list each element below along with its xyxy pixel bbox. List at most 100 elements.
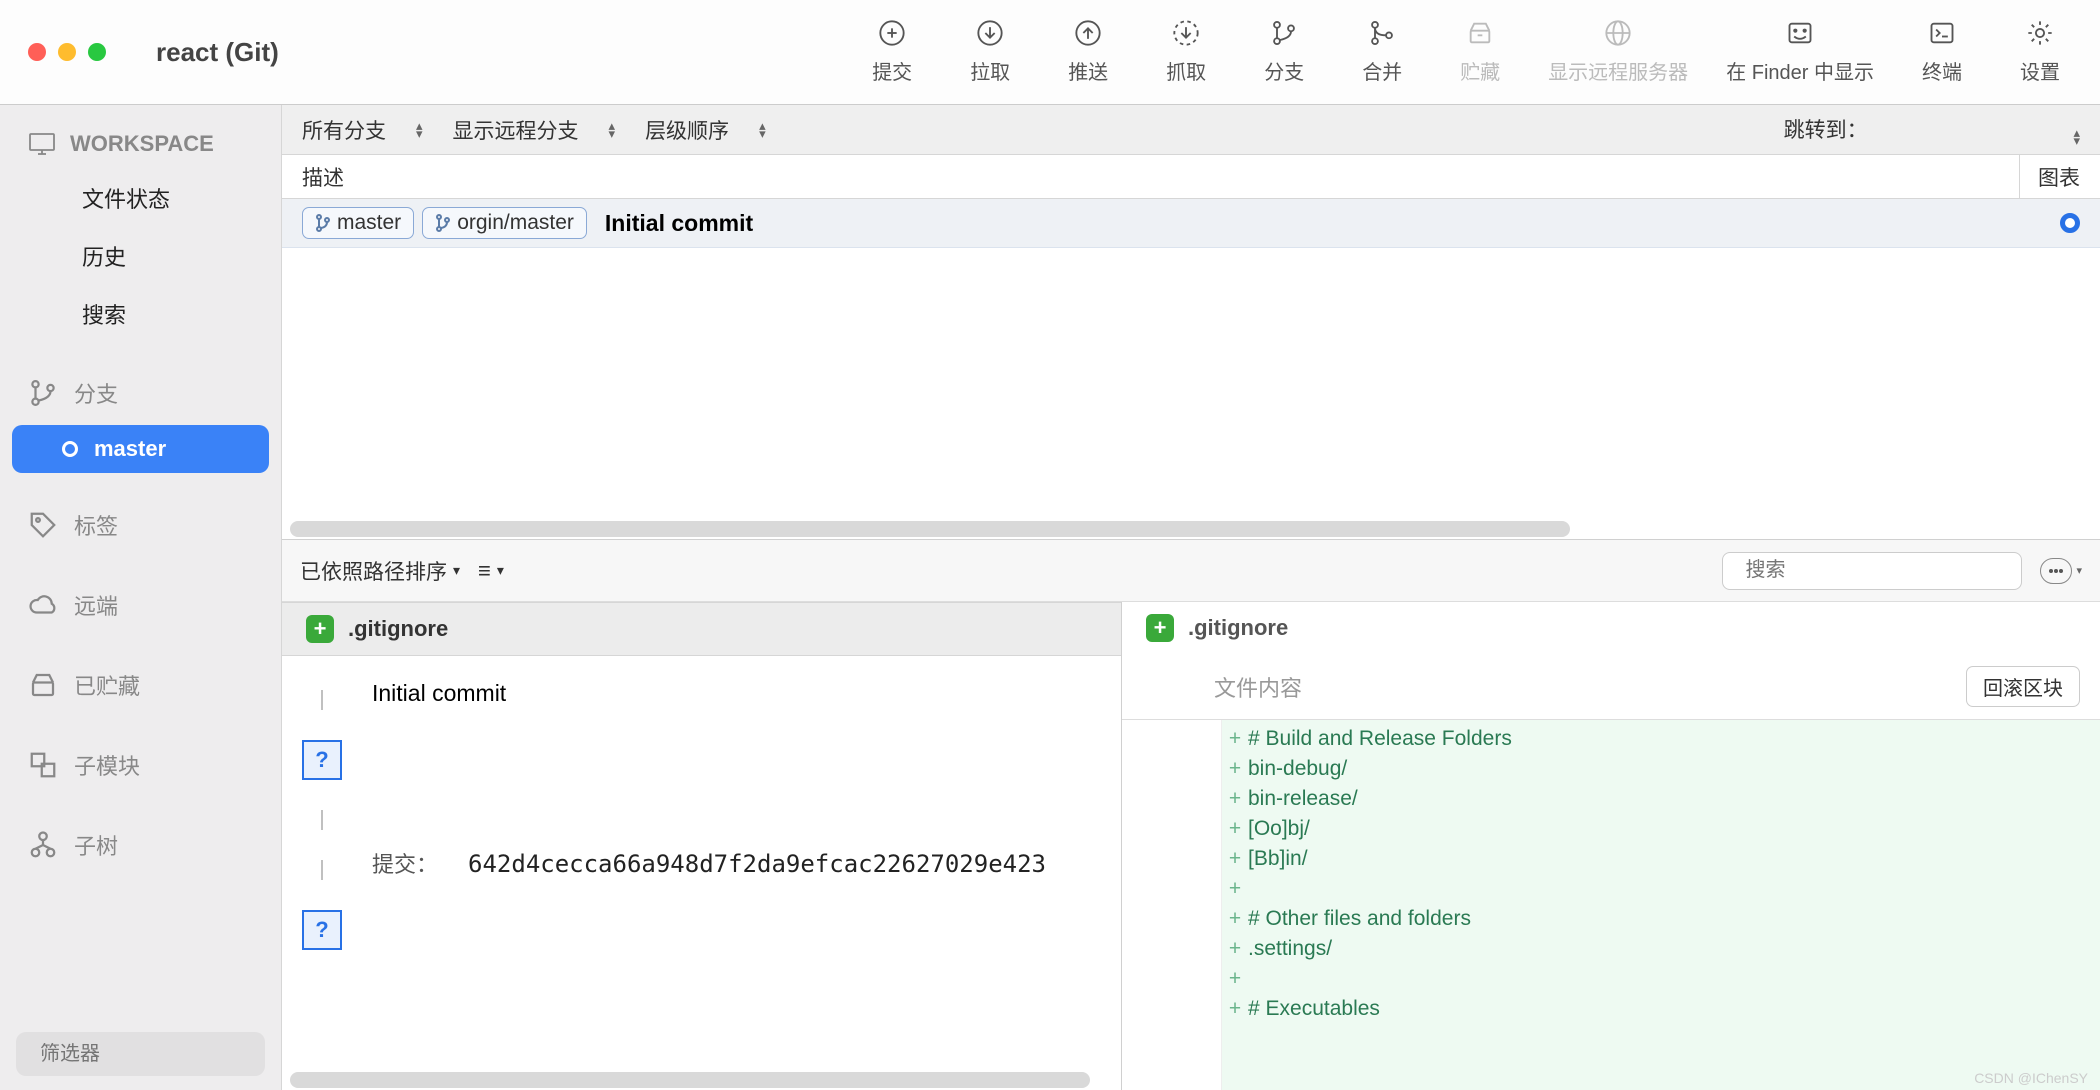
file-name: .gitignore bbox=[348, 616, 448, 642]
titlebar: react (Git) 提交 拉取 推送 抓取 分支 合并 贮藏 显示远程服务器… bbox=[0, 0, 2100, 105]
cloud-icon bbox=[28, 590, 58, 620]
committer-avatar-icon: ? bbox=[302, 910, 342, 950]
stash-button[interactable]: 贮藏 bbox=[1450, 18, 1510, 85]
horizontal-scrollbar[interactable] bbox=[282, 519, 2100, 539]
description-column[interactable]: 描述 bbox=[302, 162, 344, 192]
show-remote-button[interactable]: 显示远程服务器 bbox=[1548, 18, 1688, 85]
tag-icon bbox=[28, 510, 58, 540]
close-window-button[interactable] bbox=[28, 43, 46, 61]
options-button[interactable] bbox=[2040, 558, 2072, 584]
show-in-finder-button[interactable]: 在 Finder 中显示 bbox=[1726, 18, 1874, 85]
file-list-item[interactable]: + .gitignore bbox=[282, 602, 1121, 656]
sidebar-branch-master[interactable]: master bbox=[12, 425, 269, 473]
gear-icon bbox=[2025, 18, 2055, 48]
chart-column[interactable]: 图表 bbox=[2019, 155, 2080, 198]
branch-icon bbox=[435, 214, 451, 232]
commit-row[interactable]: master orgin/master Initial commit bbox=[282, 199, 2100, 248]
diff-line: + bbox=[1222, 874, 2100, 904]
diff-line: +[Oo]bj/ bbox=[1222, 814, 2100, 844]
diff-lines[interactable]: +# Build and Release Folders+bin-debug/ +… bbox=[1222, 720, 2100, 1090]
refresh-dashed-icon bbox=[1171, 18, 1201, 48]
author-avatar-icon: ? bbox=[302, 740, 342, 780]
up-circle-icon bbox=[1073, 18, 1103, 48]
chevron-updown-icon: ▴▾ bbox=[416, 122, 423, 138]
sidebar-filter-input[interactable] bbox=[40, 1043, 305, 1066]
scrollbar-thumb[interactable] bbox=[290, 1072, 1090, 1088]
sidebar-item-file-status[interactable]: 文件状态 bbox=[0, 169, 281, 227]
diff-header: 文件内容 回滚区块 bbox=[1122, 654, 2100, 720]
detail-search-input[interactable] bbox=[1745, 559, 2010, 582]
order-dropdown[interactable]: 层级顺序▴▾ bbox=[645, 115, 766, 145]
show-remote-dropdown[interactable]: 显示远程分支▴▾ bbox=[453, 115, 616, 145]
chevron-updown-icon: ▴▾ bbox=[1873, 129, 2080, 145]
terminal-button[interactable]: 终端 bbox=[1912, 18, 1972, 85]
window-title: react (Git) bbox=[136, 37, 279, 68]
stash-icon bbox=[1465, 18, 1495, 48]
sidebar-section-branches[interactable]: 分支 bbox=[0, 363, 281, 423]
branch-button[interactable]: 分支 bbox=[1254, 18, 1314, 85]
detail-area: 已依照路径排序 ▾ ≡ ▾ ▾ + .gitignore bbox=[282, 539, 2100, 1090]
commit-message: Initial commit bbox=[595, 210, 753, 237]
commit-button[interactable]: 提交 bbox=[862, 18, 922, 85]
fetch-button[interactable]: 抓取 bbox=[1156, 18, 1216, 85]
monitor-icon bbox=[28, 132, 56, 156]
finder-icon bbox=[1785, 18, 1815, 48]
main-area: WORKSPACE 文件状态 历史 搜索 分支 master 标签 远端 已贮藏 bbox=[0, 105, 2100, 1090]
branch-icon bbox=[315, 214, 331, 232]
sort-dropdown[interactable]: 已依照路径排序 ▾ bbox=[300, 556, 460, 586]
submodule-icon bbox=[28, 750, 58, 780]
stash-icon bbox=[28, 670, 58, 700]
added-icon: + bbox=[306, 615, 334, 643]
view-mode-dropdown[interactable]: ≡ ▾ bbox=[478, 558, 504, 584]
filter-bar: 所有分支▴▾ 显示远程分支▴▾ 层级顺序▴▾ 跳转到： ▴▾ bbox=[282, 105, 2100, 155]
sidebar-section-remotes[interactable]: 远端 bbox=[0, 575, 281, 635]
sidebar-item-history[interactable]: 历史 bbox=[0, 227, 281, 285]
push-button[interactable]: 推送 bbox=[1058, 18, 1118, 85]
settings-button[interactable]: 设置 bbox=[2010, 18, 2070, 85]
columns-header: 描述 图表 bbox=[282, 155, 2100, 199]
toolbar: 提交 拉取 推送 抓取 分支 合并 贮藏 显示远程服务器 在 Finder 中显… bbox=[862, 0, 2100, 104]
detail-toolbar: 已依照路径排序 ▾ ≡ ▾ ▾ bbox=[282, 540, 2100, 602]
sidebar-filter[interactable] bbox=[16, 1032, 265, 1076]
file-content-label: 文件内容 bbox=[1142, 671, 1302, 703]
branch-icon bbox=[28, 378, 58, 408]
diff-line: +# Build and Release Folders bbox=[1222, 724, 2100, 754]
branches-dropdown[interactable]: 所有分支▴▾ bbox=[302, 115, 423, 145]
commit-hash[interactable]: 642d4cecca66a948d7f2da9efcac22627029e423 bbox=[468, 850, 1046, 878]
diff-line: +# Other files and folders bbox=[1222, 904, 2100, 934]
branch-tag-master[interactable]: master bbox=[302, 207, 414, 239]
detail-search[interactable] bbox=[1722, 552, 2022, 590]
plus-circle-icon bbox=[877, 18, 907, 48]
diff-line: +bin-debug/ bbox=[1222, 754, 2100, 784]
hash-label: 提交： bbox=[372, 847, 438, 879]
branch-icon bbox=[1269, 18, 1299, 48]
maximize-window-button[interactable] bbox=[88, 43, 106, 61]
merge-button[interactable]: 合并 bbox=[1352, 18, 1412, 85]
diff-line: +# Executables bbox=[1222, 994, 2100, 1024]
diff-gutter bbox=[1122, 720, 1222, 1090]
subtree-icon bbox=[28, 830, 58, 860]
sidebar-section-stashes[interactable]: 已贮藏 bbox=[0, 655, 281, 715]
jump-to-label[interactable]: 跳转到： ▴▾ bbox=[1784, 114, 2080, 145]
diff-line: + bbox=[1222, 964, 2100, 994]
chevron-down-icon: ▾ bbox=[497, 562, 504, 579]
minimize-window-button[interactable] bbox=[58, 43, 76, 61]
rollback-hunk-button[interactable]: 回滚区块 bbox=[1966, 666, 2080, 707]
sidebar-section-subtrees[interactable]: 子树 bbox=[0, 815, 281, 875]
window-controls bbox=[0, 43, 136, 61]
sidebar-section-tags[interactable]: 标签 bbox=[0, 495, 281, 555]
chevron-updown-icon: ▴▾ bbox=[759, 122, 766, 138]
sidebar-section-submodules[interactable]: 子模块 bbox=[0, 735, 281, 795]
sidebar-item-search[interactable]: 搜索 bbox=[0, 285, 281, 343]
branch-tag-origin-master[interactable]: orgin/master bbox=[422, 207, 587, 239]
diff-line: +[Bb]in/ bbox=[1222, 844, 2100, 874]
diff-file-name: .gitignore bbox=[1188, 615, 1288, 641]
scrollbar-thumb[interactable] bbox=[290, 521, 1570, 537]
horizontal-scrollbar[interactable] bbox=[282, 1070, 1121, 1090]
added-icon: + bbox=[1146, 614, 1174, 642]
pull-button[interactable]: 拉取 bbox=[960, 18, 1020, 85]
diff-file-header: + .gitignore bbox=[1122, 602, 2100, 654]
workspace-header: WORKSPACE bbox=[0, 119, 281, 169]
commit-detail-pane: ? ? Initial commit 提交： 642d4cecca66a948d… bbox=[282, 656, 1121, 1070]
chevron-updown-icon: ▴▾ bbox=[609, 122, 616, 138]
